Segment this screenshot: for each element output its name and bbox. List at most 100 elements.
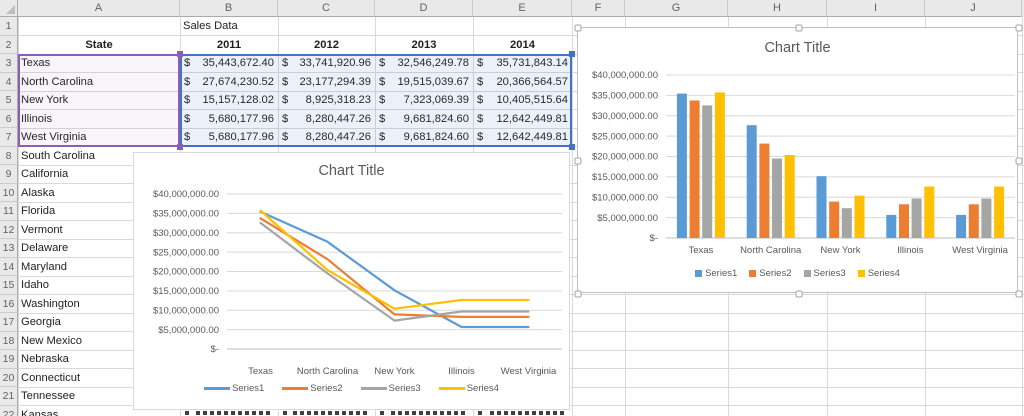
bar-series-Series2[interactable] (899, 204, 909, 238)
bar-chart[interactable]: Chart Title $40,000,000.00$35,000,000.00… (577, 27, 1018, 293)
row-header-19[interactable]: 19 (0, 350, 18, 369)
row-header-16[interactable]: 16 (0, 295, 18, 314)
bar-series-Series1[interactable] (956, 215, 966, 238)
bar-series-Series3[interactable] (912, 199, 922, 239)
bar-series-Series2[interactable] (829, 202, 839, 238)
line-series-Series4[interactable] (261, 211, 529, 309)
chart-legend[interactable]: Series1 Series2 Series3 Series4 (578, 268, 1017, 279)
line-chart-plot[interactable]: $40,000,000.00$35,000,000.00$30,000,000.… (134, 153, 571, 411)
row-header-6[interactable]: 6 (0, 110, 18, 129)
legend-item-Series2[interactable]: Series2 (749, 268, 791, 279)
range-drag-handle[interactable] (569, 144, 575, 150)
column-header-E[interactable]: E (473, 0, 572, 17)
cell-C2[interactable]: 2012 (278, 36, 375, 55)
column-header-F[interactable]: F (572, 0, 625, 17)
legend-label: Series4 (467, 383, 499, 394)
row-header-2[interactable]: 2 (0, 36, 18, 55)
cell-B2[interactable]: 2011 (180, 36, 278, 55)
row-header-13[interactable]: 13 (0, 239, 18, 258)
row-header-22[interactable]: 22 (0, 406, 18, 416)
bar-series-Series4[interactable] (924, 187, 934, 239)
chart-selection-handle[interactable] (575, 25, 582, 32)
legend-item-Series1[interactable]: Series1 (695, 268, 737, 279)
column-header-C[interactable]: C (278, 0, 375, 17)
x-axis-label: Texas (248, 366, 273, 377)
range-drag-handle[interactable] (177, 144, 183, 150)
bar-series-Series1[interactable] (817, 176, 827, 238)
legend-item-Series1[interactable]: Series1 (204, 383, 264, 394)
row-header-9[interactable]: 9 (0, 165, 18, 184)
select-all-corner[interactable] (0, 0, 18, 17)
clipped-number (293, 411, 369, 416)
bar-series-Series1[interactable] (677, 94, 687, 238)
chart-selection-handle[interactable] (575, 291, 582, 298)
category-range-selection[interactable] (18, 54, 180, 148)
bar-series-Series1[interactable] (747, 125, 757, 238)
column-header-D[interactable]: D (375, 0, 473, 17)
legend-swatch (749, 270, 756, 277)
y-axis-label: $- (650, 233, 658, 244)
range-drag-handle[interactable] (177, 51, 183, 57)
row-header-3[interactable]: 3 (0, 54, 18, 73)
row-header-20[interactable]: 20 (0, 369, 18, 388)
cell-E2[interactable]: 2014 (473, 36, 572, 55)
row-header-4[interactable]: 4 (0, 73, 18, 92)
y-axis-label: $20,000,000.00 (153, 267, 219, 278)
chart-selection-handle[interactable] (1016, 291, 1023, 298)
y-axis-label: $40,000,000.00 (592, 70, 658, 81)
bar-series-Series4[interactable] (855, 196, 865, 238)
chart-selection-handle[interactable] (575, 158, 582, 165)
clipped-number (391, 411, 467, 416)
bar-series-Series4[interactable] (994, 187, 1004, 239)
row-header-11[interactable]: 11 (0, 202, 18, 221)
legend-item-Series4[interactable]: Series4 (858, 268, 900, 279)
row-header-21[interactable]: 21 (0, 387, 18, 406)
chart-selection-handle[interactable] (1016, 25, 1023, 32)
chart-selection-handle[interactable] (795, 25, 802, 32)
column-header-H[interactable]: H (728, 0, 827, 17)
bar-series-Series4[interactable] (785, 155, 795, 238)
y-axis-label: $20,000,000.00 (592, 152, 658, 163)
row-header-18[interactable]: 18 (0, 332, 18, 351)
column-header-J[interactable]: J (925, 0, 1022, 17)
cell-A2[interactable]: State (18, 36, 180, 55)
chart-legend[interactable]: Series1 Series2 Series3 Series4 (134, 383, 569, 394)
row-header-7[interactable]: 7 (0, 128, 18, 147)
row-header-17[interactable]: 17 (0, 313, 18, 332)
column-header-G[interactable]: G (625, 0, 728, 17)
bar-series-Series4[interactable] (715, 92, 725, 238)
chart-selection-handle[interactable] (795, 291, 802, 298)
bar-series-Series2[interactable] (690, 101, 700, 239)
legend-item-Series3[interactable]: Series3 (361, 383, 421, 394)
bar-series-Series3[interactable] (702, 105, 712, 238)
range-drag-handle[interactable] (569, 51, 575, 57)
bar-series-Series3[interactable] (842, 208, 852, 238)
clipped-number (196, 411, 272, 416)
row-header-5[interactable]: 5 (0, 91, 18, 110)
row-header-1[interactable]: 1 (0, 17, 18, 36)
column-header-B[interactable]: B (180, 0, 278, 17)
bar-series-Series3[interactable] (772, 159, 782, 239)
value-range-selection[interactable] (180, 54, 572, 148)
bar-chart-plot[interactable]: $40,000,000.00$35,000,000.00$30,000,000.… (578, 28, 1019, 294)
row-header-14[interactable]: 14 (0, 258, 18, 277)
column-header-A[interactable]: A (18, 0, 180, 17)
bar-series-Series2[interactable] (969, 204, 979, 238)
row-header-8[interactable]: 8 (0, 147, 18, 166)
row-header-10[interactable]: 10 (0, 184, 18, 203)
legend-item-Series4[interactable]: Series4 (439, 383, 499, 394)
bar-series-Series2[interactable] (759, 144, 769, 238)
chart-selection-handle[interactable] (1016, 158, 1023, 165)
legend-label: Series3 (814, 268, 846, 279)
cell-B1[interactable]: Sales Data (180, 17, 278, 36)
cell-D2[interactable]: 2013 (375, 36, 473, 55)
row-header-12[interactable]: 12 (0, 221, 18, 240)
column-header-I[interactable]: I (827, 0, 925, 17)
line-chart[interactable]: Chart Title $40,000,000.00$35,000,000.00… (133, 152, 570, 410)
legend-item-Series3[interactable]: Series3 (804, 268, 846, 279)
gridline (1022, 17, 1023, 416)
bar-series-Series1[interactable] (886, 215, 896, 238)
bar-series-Series3[interactable] (981, 199, 991, 239)
row-header-15[interactable]: 15 (0, 276, 18, 295)
legend-item-Series2[interactable]: Series2 (282, 383, 342, 394)
